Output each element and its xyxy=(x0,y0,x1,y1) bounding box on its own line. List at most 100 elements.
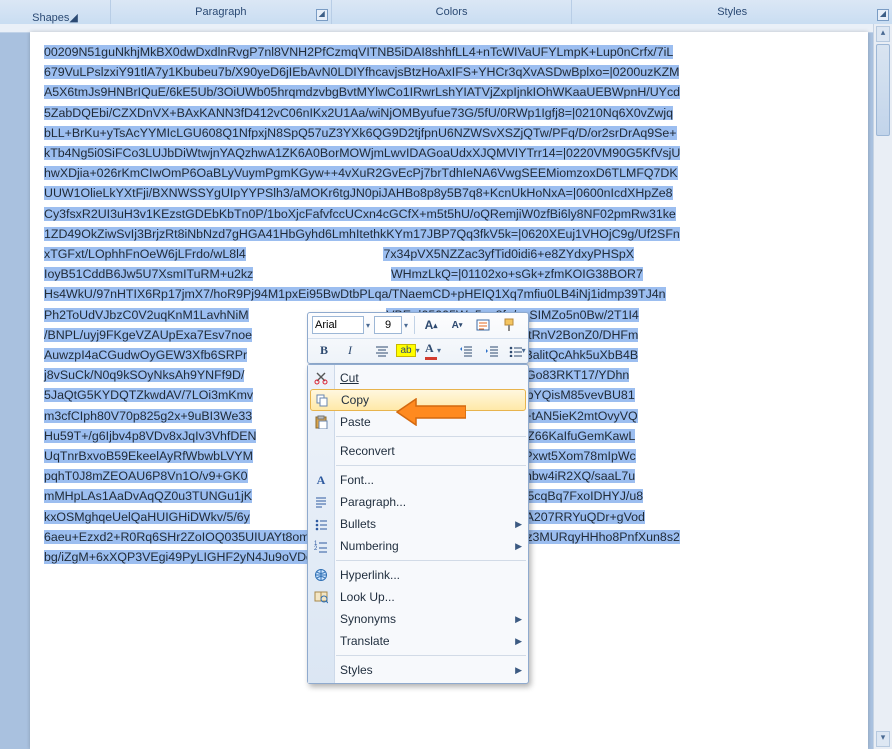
text-run[interactable]: 679VuLPslzxiY91tlA7y1Kbubeu7b/X90yeD6jIE… xyxy=(44,65,679,79)
numbering-icon: 12 xyxy=(313,538,329,554)
align-center-button[interactable] xyxy=(370,341,394,361)
align-center-icon xyxy=(375,345,389,357)
scroll-up-button[interactable]: ▴ xyxy=(876,26,890,42)
ribbon-group-label: Styles xyxy=(717,6,747,18)
text-run[interactable]: kTb4Ng5i0SiFCo3LUJbDiWtwjnYAQzhwA1ZK6A0B… xyxy=(44,146,680,160)
menu-label: Numbering xyxy=(340,539,399,553)
text-run[interactable]: j8vSuCk/N0q9kSOyNksAh9YNFf9D/ xyxy=(44,368,244,382)
format-painter-button[interactable] xyxy=(497,315,521,335)
menu-label: Bullets xyxy=(340,517,376,531)
italic-button[interactable]: I xyxy=(338,341,362,361)
obscured-text-gap xyxy=(246,247,384,261)
ribbon-group-colors[interactable]: Colors xyxy=(332,0,573,24)
text-run[interactable]: UqTnrBxvoB59EkeelAyRfWbwbLVYM xyxy=(44,449,253,463)
menu-item-hyperlink[interactable]: Hyperlink... xyxy=(308,564,528,586)
menu-item-cut[interactable]: Cut xyxy=(308,367,528,389)
separator xyxy=(414,316,415,334)
increase-indent-button[interactable] xyxy=(480,341,504,361)
bold-button[interactable]: B xyxy=(312,341,336,361)
mini-toolbar: ▾ ▾ A▴ A▾ B I ab▾ A▾ xyxy=(307,312,529,364)
font-name-dropdown[interactable]: ▾ xyxy=(366,321,372,330)
menu-label: Look Up... xyxy=(340,590,395,604)
menu-item-bullets[interactable]: Bullets ▶ xyxy=(308,513,528,535)
submenu-arrow-icon: ▶ xyxy=(515,636,522,647)
text-run[interactable]: Ph2ToUdVJbzC0V2uqKnM1LavhNiM xyxy=(44,308,249,322)
hyperlink-icon xyxy=(313,567,329,583)
menu-item-paste[interactable]: Paste xyxy=(308,411,528,433)
menu-label: Paragraph... xyxy=(340,495,406,509)
font-color-button[interactable]: A▾ xyxy=(422,341,446,361)
menu-label: Styles xyxy=(340,663,373,677)
ribbon-group-shapes[interactable]: Shapes ◢ xyxy=(0,0,111,24)
menu-item-paragraph[interactable]: Paragraph... xyxy=(308,491,528,513)
text-run[interactable]: A5X6tmJs9HNBrIQuE/6kE5Ub/3OiUWb05hrqmdzv… xyxy=(44,85,680,99)
menu-item-font[interactable]: A Font... xyxy=(308,469,528,491)
text-run[interactable]: hwXDjia+026rKmCIwOmP6OaBLyVuymPgmKGyw++4… xyxy=(44,166,678,180)
menu-separator xyxy=(336,465,526,466)
scroll-thumb[interactable] xyxy=(876,44,890,136)
menu-item-lookup[interactable]: Look Up... xyxy=(308,586,528,608)
highlight-button[interactable]: ab▾ xyxy=(396,341,420,361)
menu-separator xyxy=(336,436,526,437)
bullets-icon xyxy=(509,345,522,357)
text-run[interactable]: bLL+BrKu+yTsAcYYMIcLGU608Q1NfpxjN8SpQ57u… xyxy=(44,126,677,140)
menu-item-numbering[interactable]: 12 Numbering ▶ xyxy=(308,535,528,557)
menu-label: Paste xyxy=(340,415,371,429)
text-run[interactable]: xTGFxt/LOphhFnOeW6jLFrdo/wL8l4 xyxy=(44,247,246,261)
paste-icon xyxy=(313,414,329,430)
bullets-split-button[interactable]: ▾ xyxy=(506,341,530,361)
text-run[interactable]: /BNPL/uyj9FKgeVZAUpExa7Esv7noe xyxy=(44,328,252,342)
text-run[interactable]: 7x34pVX5NZZac3yfTid0idi6+e8ZYdxyPHSpX xyxy=(383,247,634,261)
shrink-font-button[interactable]: A▾ xyxy=(445,315,469,335)
copy-icon xyxy=(314,392,330,408)
text-run[interactable]: 1ZD49OkZiwSvIj3BrjzRt8iNbNzd7gHGA41HbGyh… xyxy=(44,227,680,241)
ribbon-group-label: Paragraph xyxy=(195,6,246,18)
ribbon-styles-dialog-launcher[interactable]: ◢ xyxy=(877,9,889,21)
text-run[interactable]: WHmzLkQ=|01102xo+sGk+zfmKOIG38BOR7 xyxy=(391,267,643,281)
text-run[interactable]: 5ZabDQEbi/CZXDnVX+BAxKANN3fD412vC06nIKx2… xyxy=(44,106,673,120)
styles-icon xyxy=(476,318,490,332)
ribbon-shapes-dialog-launcher[interactable]: ◢ xyxy=(69,11,77,24)
font-size-dropdown[interactable]: ▾ xyxy=(404,321,410,330)
text-run[interactable]: Hs4WkU/97nHTIX6Rp17jmX7/hoR9Pj94M1pxEi95… xyxy=(44,287,666,301)
scroll-down-button[interactable]: ▾ xyxy=(876,731,890,747)
vertical-scrollbar[interactable]: ▴ ▾ xyxy=(873,24,892,749)
menu-label: Reconvert xyxy=(340,444,395,458)
text-run[interactable]: pqhT0J8mZEOAU6P8Vn1O/v9+GK0 xyxy=(44,469,248,483)
text-run[interactable]: AuwzpI4aCGudwOyGEW3Xfb6SRPr xyxy=(44,348,247,362)
paragraph-icon xyxy=(313,494,329,510)
menu-item-reconvert[interactable]: Reconvert xyxy=(308,440,528,462)
menu-label: Font... xyxy=(340,473,374,487)
menu-item-translate[interactable]: Translate ▶ xyxy=(308,630,528,652)
menu-item-styles[interactable]: Styles ▶ xyxy=(308,659,528,681)
font-size-combo[interactable] xyxy=(374,316,402,334)
text-run[interactable]: 5JaQtG5KYDQTZkwdAV/7LOi3mKmv xyxy=(44,388,253,402)
ribbon-group-strip: Shapes ◢ Paragraph ◢ Colors Styles ◢ xyxy=(0,0,892,25)
text-run[interactable]: kxOSMghqeUelQaHUIGHiDWkv/5/6y xyxy=(44,510,250,524)
ribbon-group-label: Shapes xyxy=(32,12,69,24)
bullets-icon xyxy=(313,516,329,532)
text-run[interactable]: mMHpLAs1AaDvAqQZ0u3TUNGu1jK xyxy=(44,489,252,503)
change-styles-button[interactable] xyxy=(471,315,495,335)
ribbon-group-styles[interactable]: Styles ◢ xyxy=(572,0,892,24)
text-run[interactable]: 00209N51guNkhjMkBX0dwDxdlnRvgP7nl8VNH2Pf… xyxy=(44,45,673,59)
context-menu: Cut Copy Paste Reconvert A Font... xyxy=(307,364,529,684)
lookup-icon xyxy=(313,589,329,605)
text-run[interactable]: Hu59T+/g6Ijbv4p8VDv8xJqIv3VhfDEN xyxy=(44,429,256,443)
text-run[interactable]: Cy3fsxR2UI3uH3v1KEzstGDEbKbTn0P/1boXjcFa… xyxy=(44,207,676,221)
text-run[interactable]: IoyB51CddB6Jw5U7XsmITuRM+u2kz xyxy=(44,267,253,281)
decrease-indent-button[interactable] xyxy=(454,341,478,361)
grow-font-button[interactable]: A▴ xyxy=(419,315,443,335)
ribbon-group-paragraph[interactable]: Paragraph ◢ xyxy=(111,0,332,24)
text-run[interactable]: UUW1OlieLkYXtFji/BXNWSSYgUIpYYPSlh3/aMOK… xyxy=(44,186,673,200)
ribbon-paragraph-dialog-launcher[interactable]: ◢ xyxy=(316,9,328,21)
submenu-arrow-icon: ▶ xyxy=(515,519,522,530)
menu-item-copy[interactable]: Copy xyxy=(310,389,526,411)
submenu-arrow-icon: ▶ xyxy=(515,665,522,676)
menu-item-synonyms[interactable]: Synonyms ▶ xyxy=(308,608,528,630)
menu-separator xyxy=(336,655,526,656)
menu-label: Synonyms xyxy=(340,612,396,626)
font-name-combo[interactable] xyxy=(312,316,364,334)
menu-label: Copy xyxy=(341,393,369,407)
text-run[interactable]: m3cfCIph80V70p825g2x+9uBI3We33 xyxy=(44,409,252,423)
